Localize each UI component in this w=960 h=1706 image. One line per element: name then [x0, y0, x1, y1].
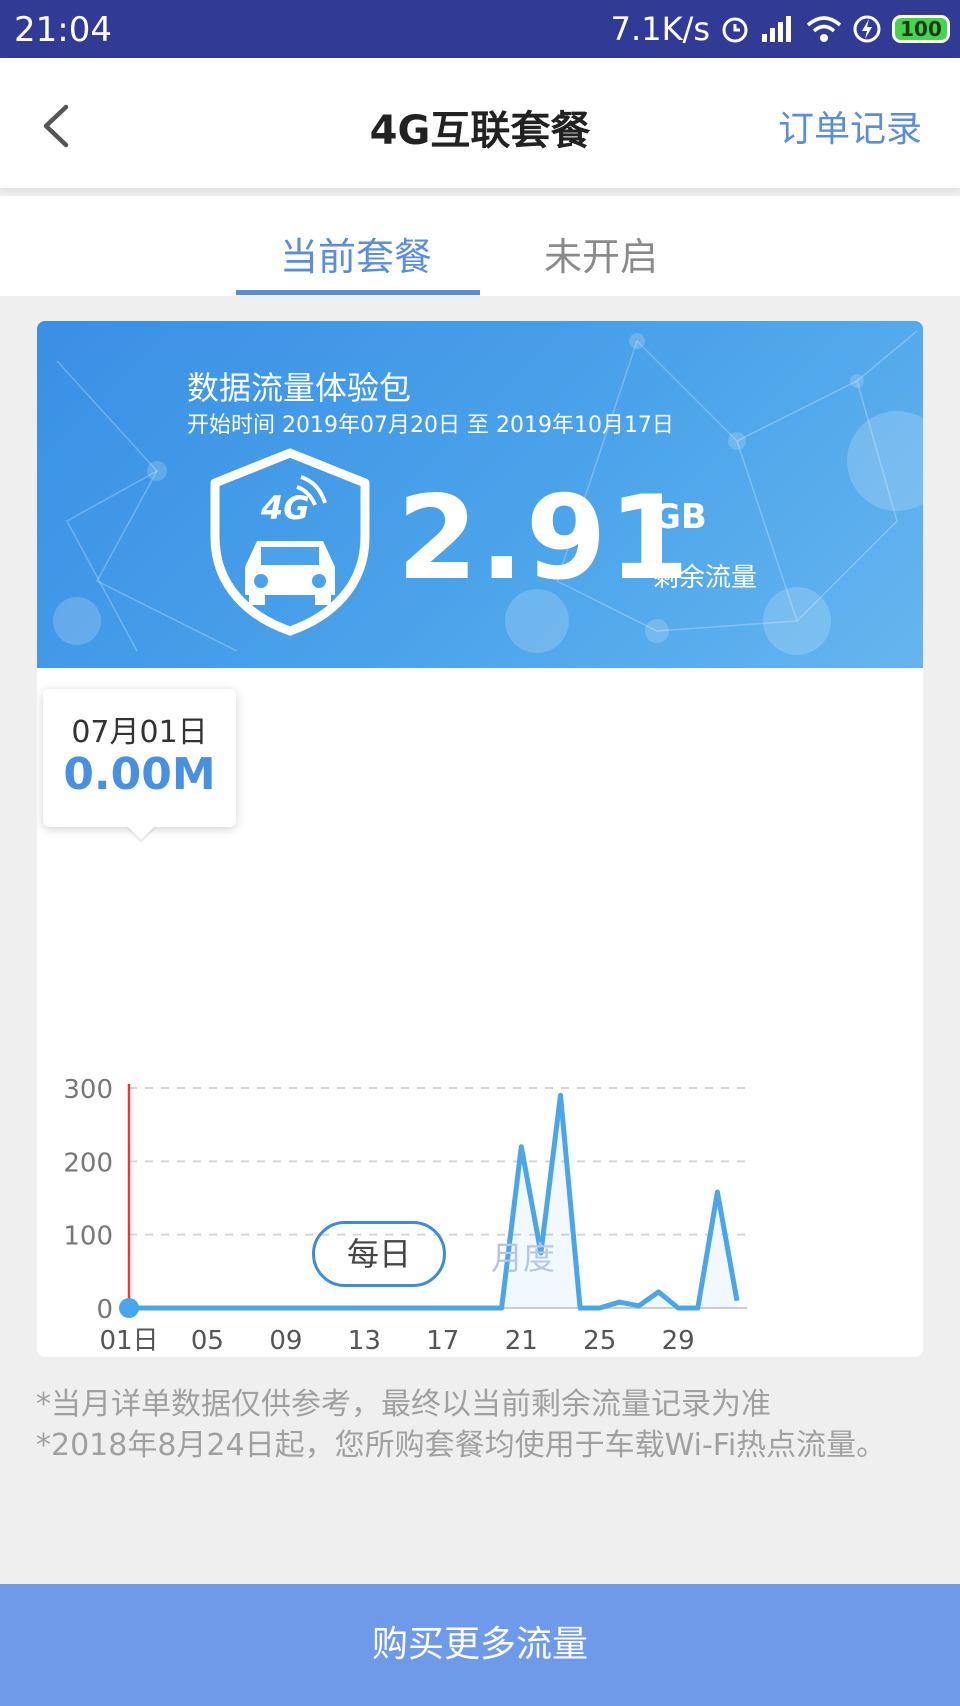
status-icons: 7.1K/s 100 — [611, 10, 950, 48]
note-line: *2018年8月24日起，您所购套餐均使用于车载Wi-Fi热点流量。 — [36, 1428, 887, 1463]
chart-tooltip: 07月01日 0.00M — [43, 689, 236, 827]
tooltip-arrow — [127, 826, 155, 840]
x-tick-label: 01日 — [99, 1326, 158, 1356]
y-tick-label: 300 — [63, 1075, 113, 1105]
note-line: *当月详单数据仅供参考，最终以当前剩余流量记录为准 — [36, 1387, 771, 1422]
tab-indicator — [236, 290, 480, 295]
package-period: 开始时间 2019年07月20日 至 2019年10月17日 — [187, 413, 674, 438]
status-time: 21:04 — [14, 10, 112, 50]
tab-not-activated[interactable]: 未开启 — [544, 226, 658, 281]
tab-bar: 当前套餐 未开启 — [0, 196, 960, 296]
shield-car-icon: 4G — [210, 448, 370, 636]
buy-more-data-button[interactable]: 购买更多流量 — [0, 1584, 960, 1706]
remaining-data-label: 剩余流量 — [653, 563, 758, 593]
alarm-icon — [722, 17, 748, 43]
shield-4g-label: 4G — [260, 489, 310, 527]
tooltip-value: 0.00M — [63, 749, 216, 800]
package-name: 数据流量体验包 — [187, 369, 412, 407]
status-bar: 21:04 7.1K/s 100 — [0, 0, 960, 58]
signal-icon — [762, 16, 791, 42]
x-tick-label: 17 — [426, 1326, 459, 1356]
order-history-link[interactable]: 订单记录 — [778, 100, 922, 152]
app-header: 4G互联套餐 订单记录 — [0, 58, 960, 188]
daily-toggle-button[interactable]: 每日 — [312, 1221, 446, 1287]
charging-icon — [853, 15, 881, 43]
x-tick-label: 13 — [348, 1326, 381, 1356]
y-tick-label: 200 — [63, 1148, 113, 1178]
remaining-data-value: 2.91 — [397, 471, 692, 606]
y-tick-label: 100 — [63, 1222, 113, 1252]
plan-card: 数据流量体验包 开始时间 2019年07月20日 至 2019年10月17日 4… — [37, 321, 923, 1357]
remaining-data-unit: GB — [653, 497, 707, 537]
wifi-icon — [806, 16, 842, 42]
tooltip-date: 07月01日 — [71, 715, 208, 750]
y-tick-label: 0 — [96, 1295, 113, 1325]
disclaimer-notes: *当月详单数据仅供参考，最终以当前剩余流量记录为准 *2018年8月24日起，您… — [36, 1384, 926, 1466]
battery-icon: 100 — [892, 15, 950, 43]
x-tick-label: 05 — [191, 1326, 224, 1356]
monthly-toggle-button[interactable]: 月度 — [491, 1233, 555, 1279]
x-tick-label: 29 — [662, 1326, 695, 1356]
plan-banner: 数据流量体验包 开始时间 2019年07月20日 至 2019年10月17日 4… — [37, 321, 923, 668]
x-tick-label: 25 — [583, 1326, 616, 1356]
x-tick-label: 09 — [269, 1326, 302, 1356]
x-tick-label: 21 — [505, 1326, 538, 1356]
tab-current-plan[interactable]: 当前套餐 — [280, 226, 432, 281]
selected-point — [119, 1298, 139, 1318]
network-speed: 7.1K/s — [610, 10, 710, 48]
